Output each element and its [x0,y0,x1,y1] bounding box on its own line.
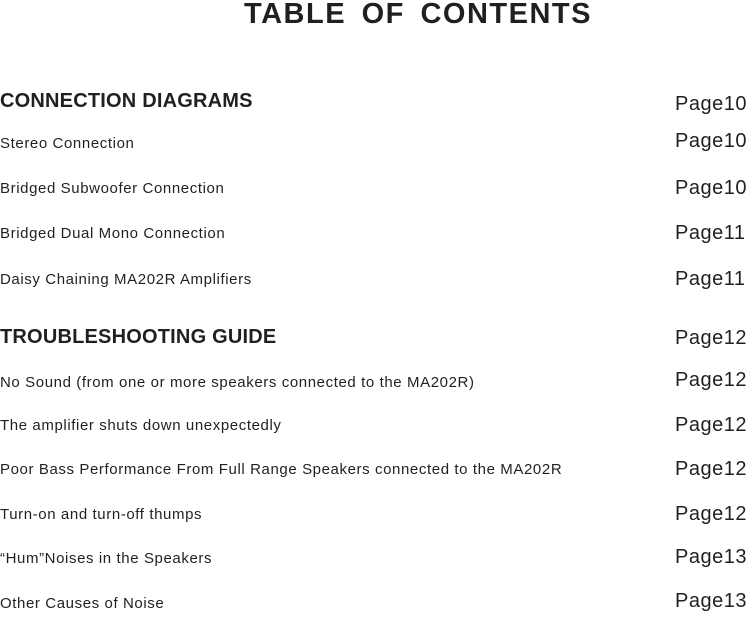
toc-entry-label: No Sound (from one or more speakers conn… [0,374,475,391]
toc-entry-label: “Hum”Noises in the Speakers [0,550,213,567]
toc-entry-thumps[interactable]: Turn-on and turn-off thumps Page12 [0,503,752,535]
toc-entry-hum-noises[interactable]: “Hum”Noises in the Speakers Page13 [0,546,752,579]
toc-entry-label: Daisy Chaining MA202R Amplifiers [0,271,252,288]
toc-entry-page: Page12 [675,327,747,349]
toc-entry-page: Page13 [675,590,747,612]
toc-entry-label: Bridged Dual Mono Connection [0,225,226,242]
toc-entry-amplifier-shuts-down[interactable]: The amplifier shuts down unexpectedly Pa… [0,414,752,446]
toc-entry-daisy-chaining[interactable]: Daisy Chaining MA202R Amplifiers Page11 [0,268,752,299]
toc-entry-bridged-dual-mono[interactable]: Bridged Dual Mono Connection Page11 [0,222,752,253]
toc-entry-label: Poor Bass Performance From Full Range Sp… [0,461,563,478]
toc-entry-other-causes[interactable]: Other Causes of Noise Page13 [0,590,752,624]
toc-section-troubleshooting-guide[interactable]: TROUBLESHOOTING GUIDE Page12 [0,326,752,356]
toc-entry-page: Page10 [675,130,747,152]
toc-entry-label: Bridged Subwoofer Connection [0,180,225,197]
toc-entry-label: TROUBLESHOOTING GUIDE [0,326,277,348]
toc-entry-page: Page12 [675,458,747,480]
toc-entry-page: Page12 [675,369,747,391]
toc-entry-page: Page12 [675,503,747,525]
toc-entry-label: The amplifier shuts down unexpectedly [0,417,282,434]
toc-entry-stereo-connection[interactable]: Stereo Connection Page10 [0,130,752,163]
toc-entry-page: Page10 [675,177,747,199]
toc-entry-bridged-subwoofer[interactable]: Bridged Subwoofer Connection Page10 [0,177,752,208]
toc-entry-poor-bass[interactable]: Poor Bass Performance From Full Range Sp… [0,458,752,490]
toc-entry-label: CONNECTION DIAGRAMS [0,90,253,112]
toc-entry-page: Page12 [675,414,747,436]
toc-entry-page: Page11 [675,268,746,290]
toc-section-connection-diagrams[interactable]: CONNECTION DIAGRAMS Page10 [0,90,752,120]
toc-entry-label: Stereo Connection [0,135,135,152]
toc-entry-label: Other Causes of Noise [0,595,165,612]
page-title: TABLE OF CONTENTS [244,0,592,30]
toc-entry-page: Page10 [675,93,747,115]
toc-entry-page: Page13 [675,546,747,568]
toc-entry-no-sound[interactable]: No Sound (from one or more speakers conn… [0,369,752,402]
toc-entry-page: Page11 [675,222,746,244]
toc-entry-label: Turn-on and turn-off thumps [0,506,203,523]
